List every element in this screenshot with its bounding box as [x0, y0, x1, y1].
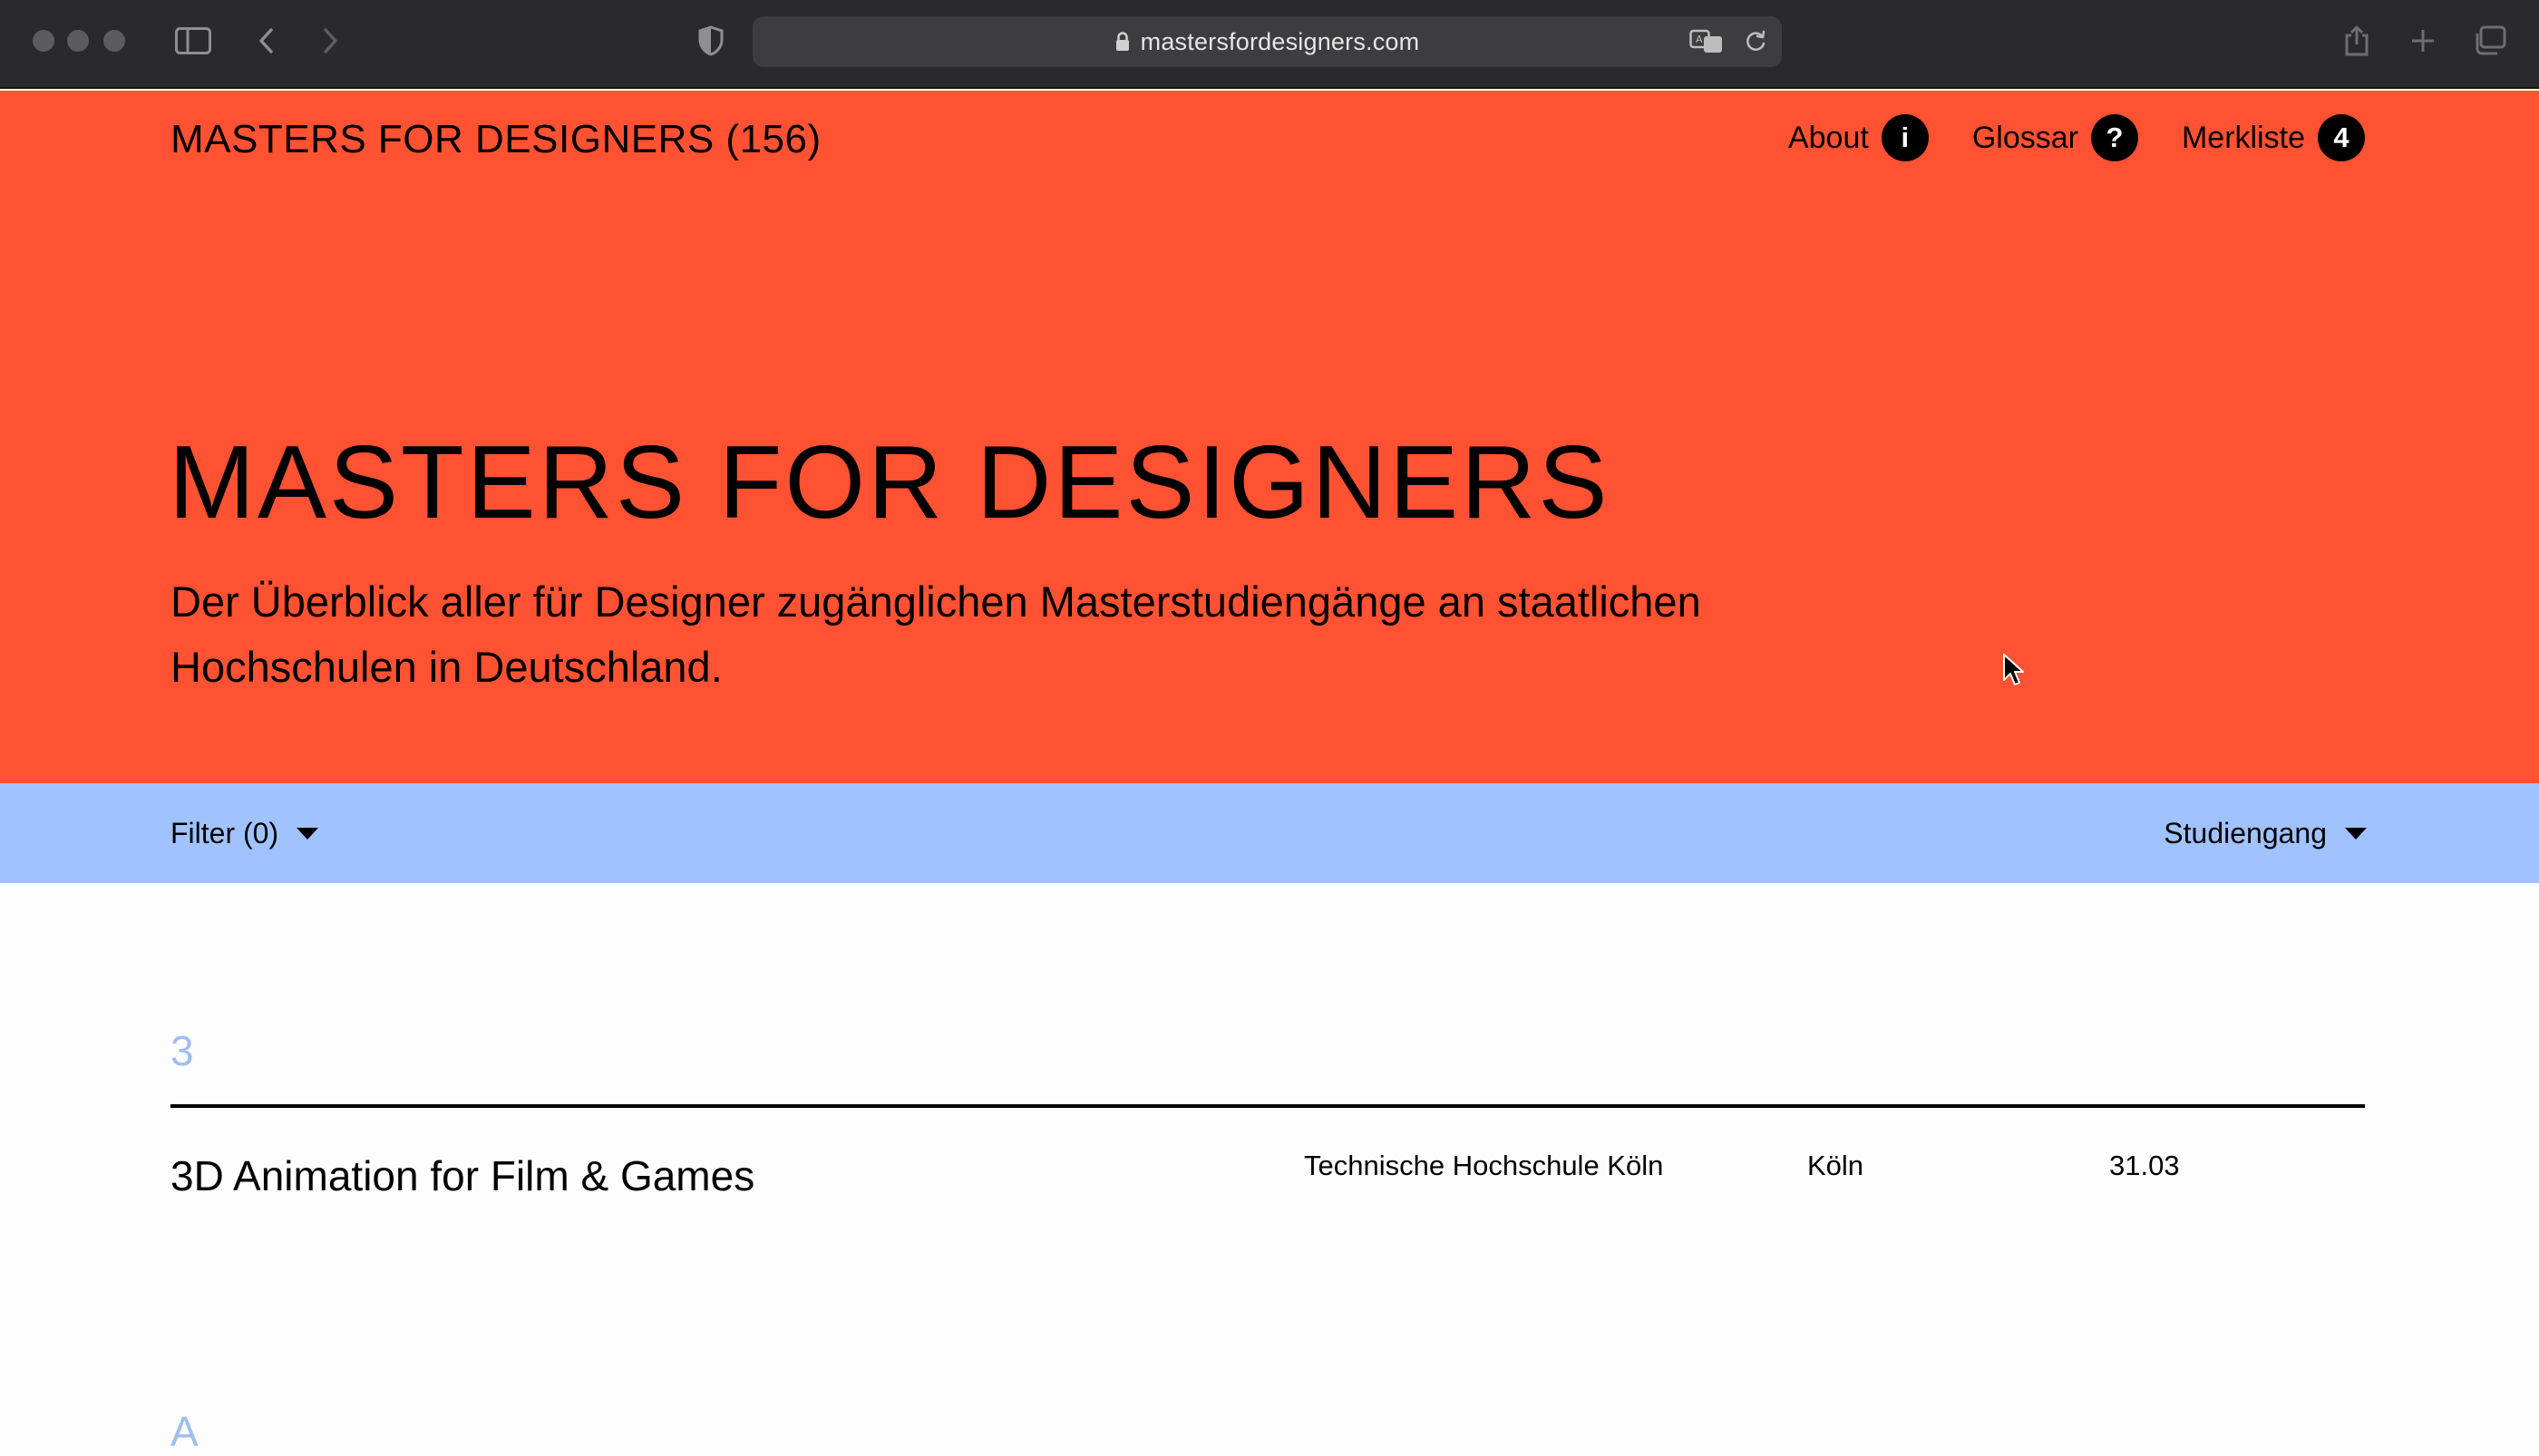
filter-label: Filter (0) — [170, 816, 279, 849]
program-city: Köln — [1807, 1150, 1864, 1181]
back-icon[interactable] — [252, 20, 279, 62]
sort-label: Studiengang — [2164, 816, 2327, 849]
nav-glossar-label: Glossar — [1971, 120, 2078, 155]
sort-dropdown[interactable]: Studiengang — [2164, 783, 2367, 883]
section-letter: 3 — [170, 1027, 194, 1074]
main-nav: About i Glossar ? Merkliste 4 — [1745, 114, 2365, 161]
nav-merkliste[interactable]: Merkliste 4 — [2182, 114, 2365, 161]
lock-icon — [1115, 32, 1130, 52]
url-text: mastersfordesigners.com — [1140, 27, 1420, 55]
nav-about[interactable]: About i — [1788, 114, 1929, 161]
chevron-down-icon — [2345, 827, 2367, 840]
privacy-shield-icon[interactable] — [695, 20, 727, 62]
program-school: Technische Hochschule Köln — [1304, 1150, 1664, 1181]
share-icon[interactable] — [2340, 20, 2374, 62]
window-close-button[interactable] — [33, 30, 54, 52]
hero-heading: MASTERS FOR DESIGNERS — [169, 425, 1610, 540]
new-tab-icon[interactable] — [2407, 20, 2439, 62]
help-icon: ? — [2090, 114, 2138, 161]
filter-dropdown[interactable]: Filter (0) — [170, 783, 319, 883]
filter-bar: Filter (0) Studiengang — [0, 783, 2539, 883]
merkliste-count-badge: 4 — [2318, 114, 2365, 161]
nav-glossar[interactable]: Glossar ? — [1972, 114, 2138, 161]
browser-toolbar: mastersfordesigners.com A — [0, 0, 2539, 89]
reload-icon[interactable] — [1744, 16, 1767, 67]
program-deadline: 31.03 — [2109, 1150, 2180, 1181]
window-zoom-button[interactable] — [103, 30, 125, 52]
info-icon: i — [1881, 114, 1929, 161]
program-name: 3D Animation for Film & Games — [170, 1152, 755, 1199]
nav-merkliste-label: Merkliste — [2181, 120, 2305, 155]
hero-subtitle: Der Überblick aller für Designer zugängl… — [170, 578, 1701, 691]
address-bar[interactable]: mastersfordesigners.com A — [753, 16, 1782, 67]
nav-about-label: About — [1787, 120, 1869, 155]
translate-icon[interactable]: A — [1689, 16, 1724, 67]
svg-text:A: A — [1696, 34, 1703, 45]
chevron-down-icon — [297, 827, 319, 840]
forward-icon[interactable] — [317, 20, 345, 62]
section-letter: A — [170, 1408, 199, 1455]
window-minimize-button[interactable] — [67, 30, 89, 52]
site-title[interactable]: MASTERS FOR DESIGNERS (156) — [170, 116, 822, 164]
tab-overview-icon[interactable] — [2470, 20, 2508, 62]
mouse-cursor-icon — [2002, 653, 2026, 692]
hero-section: MASTERS FOR DESIGNERS (156) About i Glos… — [0, 91, 2539, 783]
table-row[interactable]: 3D Animation for Film & Games Technische… — [170, 1117, 2365, 1226]
sidebar-toggle-icon[interactable] — [172, 20, 214, 62]
section-divider — [170, 1104, 2365, 1108]
